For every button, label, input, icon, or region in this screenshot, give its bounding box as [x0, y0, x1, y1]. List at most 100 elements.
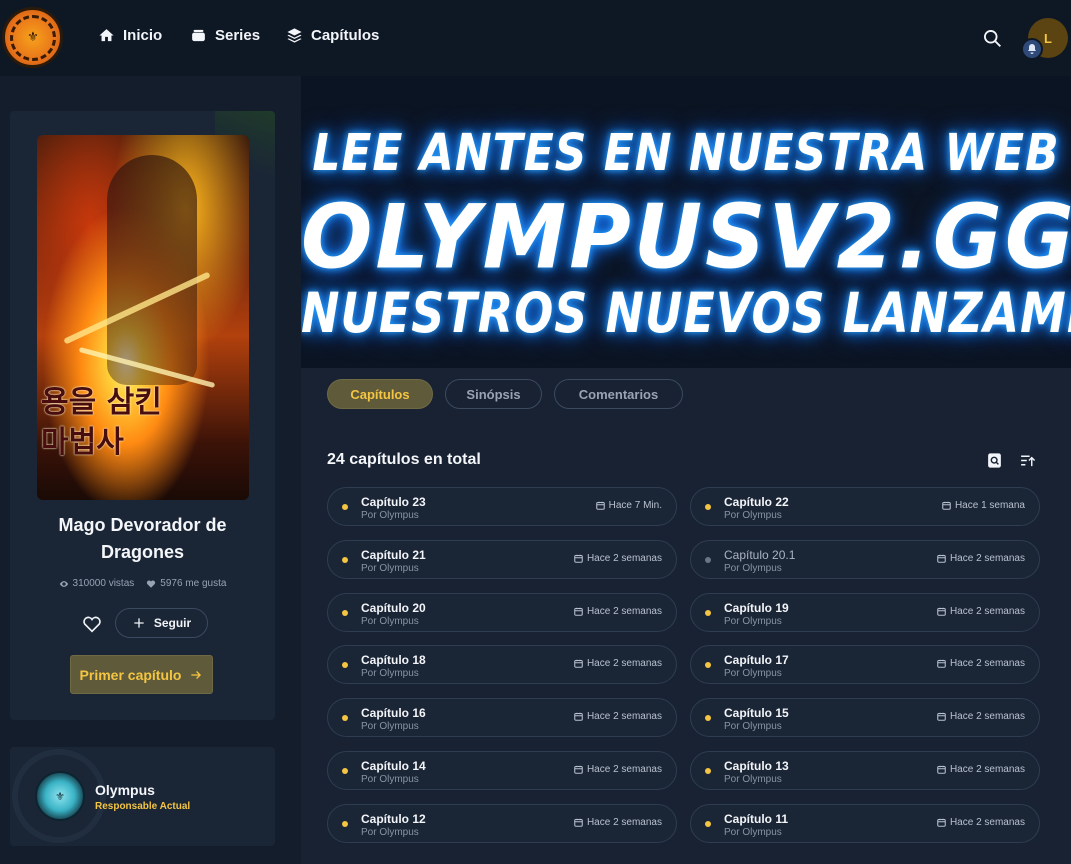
likes-count: 5976 me gusta: [160, 578, 227, 589]
notification-button[interactable]: [1021, 38, 1043, 60]
tab-comentarios[interactable]: Comentarios: [554, 379, 683, 409]
calendar-icon: [574, 818, 583, 827]
chapter-status-dot: [705, 715, 711, 722]
chapter-author: Por Olympus: [724, 774, 782, 785]
cover-figure: [107, 155, 197, 385]
chapter-item[interactable]: Capítulo 15 Por Olympus Hace 2 semanas: [690, 698, 1040, 738]
tab-sinopsis[interactable]: Sinópsis: [445, 379, 542, 409]
banner-line3: NUESTROS NUEVOS LANZAMIENTOS: [301, 280, 1071, 346]
calendar-icon: [942, 501, 951, 510]
chapter-time: Hace 2 semanas: [574, 817, 662, 828]
chapter-status-dot: [705, 662, 711, 669]
layers-icon: [287, 28, 302, 43]
chapter-item[interactable]: Capítulo 19 Por Olympus Hace 2 semanas: [690, 592, 1040, 632]
chapter-time: Hace 2 semanas: [574, 764, 662, 775]
calendar-icon: [937, 660, 946, 669]
chapter-time-label: Hace 2 semanas: [586, 552, 662, 564]
chapter-name: Capítulo 20: [361, 600, 426, 615]
chapter-item[interactable]: Capítulo 16 Por Olympus Hace 2 semanas: [327, 698, 677, 738]
series-cover-image[interactable]: 용을 삼킨 마법사: [37, 135, 249, 500]
chapter-time-label: Hace 2 semanas: [949, 552, 1025, 564]
chapter-name: Capítulo 23: [361, 495, 426, 509]
search-icon[interactable]: [982, 28, 1002, 48]
heart-small-icon: [147, 579, 156, 588]
chapter-item[interactable]: Capítulo 14 Por Olympus Hace 2 semanas: [327, 751, 677, 790]
follow-label: Seguir: [153, 616, 192, 630]
chapter-item[interactable]: Capítulo 12 Por Olympus Hace 2 semanas: [327, 803, 677, 843]
plus-icon: [134, 618, 144, 628]
calendar-icon: [937, 818, 946, 827]
chapter-time: Hace 2 semanas: [937, 711, 1025, 722]
calendar-icon: [574, 660, 583, 669]
chapter-time-label: Hace 2 semanas: [949, 605, 1025, 617]
bell-icon: [1028, 44, 1036, 54]
follow-button[interactable]: Seguir: [115, 608, 208, 638]
like-heart-icon[interactable]: [81, 613, 103, 635]
nav-capitulos[interactable]: Capítulos: [286, 27, 379, 44]
top-navbar: ⚜ Inicio Series Capítulos L: [0, 0, 1071, 76]
chapter-status-dot: [342, 715, 348, 722]
banner-line1: LEE ANTES EN NUESTRA WEB: [312, 124, 1060, 183]
chapter-author: Por Olympus: [724, 721, 782, 733]
chapter-status-dot: [705, 556, 711, 563]
chapter-name: Capítulo 21: [361, 547, 426, 562]
chapters-panel: Capítulos Sinópsis Comentarios 24 capítu…: [301, 368, 1071, 864]
chapter-name: Capítulo 11: [724, 811, 789, 826]
chapter-status-dot: [705, 768, 711, 774]
nav-series[interactable]: Series: [190, 27, 260, 44]
sort-icon[interactable]: [1019, 452, 1036, 469]
chapter-time-label: Hace 2 semanas: [586, 605, 662, 617]
chapter-time-label: Hace 7 Min.: [608, 500, 662, 511]
calendar-icon: [937, 765, 946, 774]
chapter-item[interactable]: Capítulo 11 Por Olympus Hace 2 semanas: [690, 803, 1040, 843]
eye-icon: [59, 580, 68, 587]
owner-name[interactable]: Olympus: [95, 782, 155, 798]
nav-series-label: Series: [215, 27, 261, 44]
chapter-time: Hace 2 semanas: [937, 764, 1025, 775]
chapter-name: Capítulo 14: [361, 759, 426, 773]
first-chapter-button[interactable]: Primer capítulo: [70, 655, 213, 694]
chapter-item[interactable]: Capítulo 20 Por Olympus Hace 2 semanas: [327, 592, 677, 632]
chapter-time: Hace 2 semanas: [937, 658, 1025, 669]
chapter-item[interactable]: Capítulo 22 Por Olympus Hace 1 semana: [690, 487, 1040, 526]
series-title-line1: Mago Devorador de: [58, 515, 227, 535]
chapter-name: Capítulo 20.1: [724, 547, 796, 562]
chapter-item[interactable]: Capítulo 17 Por Olympus Hace 2 semanas: [690, 645, 1040, 685]
chapter-item[interactable]: Capítulo 18 Por Olympus Hace 2 semanas: [327, 645, 677, 685]
chapter-item[interactable]: Capítulo 13 Por Olympus Hace 2 semanas: [690, 751, 1040, 790]
calendar-icon: [574, 712, 583, 721]
tab-capitulos[interactable]: Capítulos: [327, 379, 433, 409]
chapter-name: Capítulo 22: [724, 495, 789, 509]
chapter-name: Capítulo 18: [361, 653, 426, 668]
site-logo[interactable]: ⚜: [2, 7, 63, 68]
chapter-time: Hace 2 semanas: [937, 606, 1025, 617]
logo-mark: ⚜: [27, 30, 39, 45]
chapter-time-label: Hace 2 semanas: [949, 816, 1025, 828]
chapter-time-label: Hace 2 semanas: [949, 764, 1025, 775]
chapter-status-dot: [342, 662, 348, 669]
search-chapter-icon[interactable]: [986, 452, 1003, 469]
calendar-icon: [574, 554, 583, 563]
series-title-line2: Dragones: [100, 542, 185, 562]
chapter-time: Hace 2 semanas: [574, 606, 662, 617]
chapter-status-dot: [342, 556, 348, 563]
chapter-time: Hace 2 semanas: [937, 553, 1025, 564]
views-count: 310000 vistas: [72, 578, 135, 589]
chapter-author: Por Olympus: [361, 721, 419, 733]
chapter-author: Por Olympus: [361, 668, 419, 680]
chapter-author: Por Olympus: [361, 615, 419, 627]
nav-inicio[interactable]: Inicio: [98, 27, 162, 44]
owner-card: ⚜ Olympus Responsable Actual: [10, 747, 275, 846]
first-chapter-label: Primer capítulo: [79, 666, 182, 683]
stack-icon: [192, 29, 205, 42]
chapter-item[interactable]: Capítulo 20.1 Por Olympus Hace 2 semanas: [690, 539, 1040, 579]
owner-role: Responsable Actual: [95, 801, 191, 812]
arrow-right-icon: [191, 670, 202, 679]
chapter-name: Capítulo 12: [361, 811, 426, 826]
owner-avatar[interactable]: ⚜: [35, 771, 85, 821]
logo-ring: ⚜: [9, 14, 56, 61]
chapter-item[interactable]: Capítulo 23 Por Olympus Hace 7 Min.: [327, 487, 677, 526]
likes-stat: 5976 me gusta: [146, 578, 226, 589]
chapter-name: Capítulo 19: [724, 600, 789, 615]
chapter-item[interactable]: Capítulo 21 Por Olympus Hace 2 semanas: [327, 539, 677, 579]
